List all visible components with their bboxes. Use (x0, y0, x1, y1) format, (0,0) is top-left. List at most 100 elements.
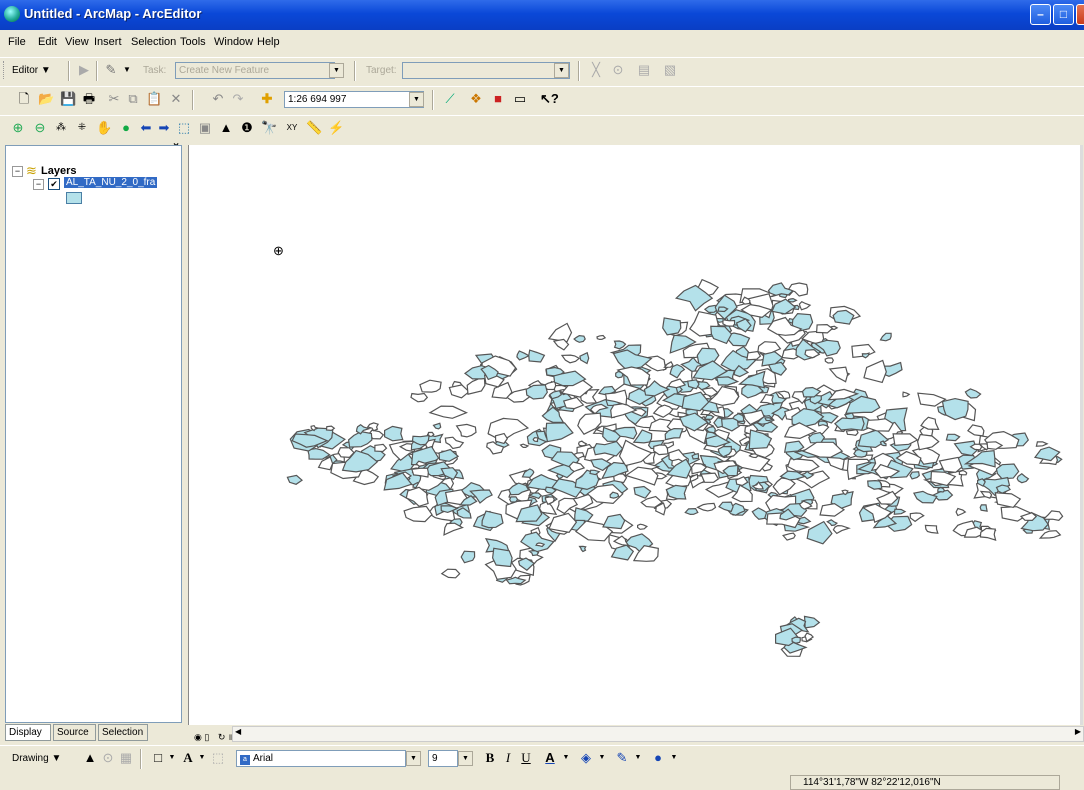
zoom-in-icon[interactable]: ⊕ (10, 120, 26, 136)
fixed-zoom-out-icon[interactable]: ⁜ (74, 120, 90, 136)
measure-icon[interactable]: 📏 (306, 120, 322, 136)
toolbar-grip[interactable] (3, 61, 7, 79)
map-vertical-scrollbar[interactable] (1080, 145, 1083, 725)
undo-icon[interactable]: ↶ (210, 91, 226, 107)
target-dropdown[interactable] (402, 62, 570, 79)
delete-icon[interactable]: ✕ (168, 91, 184, 107)
map-polygon (516, 350, 531, 361)
redo-icon[interactable]: ↷ (230, 91, 246, 107)
data-view-icon[interactable]: ◉ ▯ (194, 732, 209, 742)
arctoolbox-icon[interactable]: ❖ (468, 91, 484, 107)
layer-collapse-icon[interactable]: − (33, 179, 44, 190)
tab-selection[interactable]: Selection (98, 724, 148, 741)
scroll-right-arrow-icon[interactable]: ▶ (1075, 727, 1081, 736)
sketch-dropdown-icon[interactable]: ▼ (119, 62, 135, 78)
map-horizontal-scrollbar[interactable]: ◀ ▶ (232, 726, 1084, 742)
tab-source[interactable]: Source (53, 724, 96, 741)
pan-icon[interactable]: ✋ (96, 120, 112, 136)
rotate-icon[interactable]: ⊙ (100, 750, 116, 766)
go-to-xy-icon[interactable]: XY (284, 120, 300, 136)
full-extent-icon[interactable]: ● (118, 120, 134, 136)
font-color-icon[interactable]: A (542, 750, 558, 766)
map-polygon (791, 636, 801, 644)
task-dropdown-arrow-icon[interactable]: ▼ (329, 63, 344, 78)
line-color-dropdown-icon[interactable]: ▼ (630, 750, 646, 766)
italic-button[interactable]: I (500, 750, 516, 766)
minimize-button[interactable]: – (1030, 4, 1051, 25)
sketch-tool-icon[interactable]: ✎ (103, 62, 119, 78)
scroll-left-arrow-icon[interactable]: ◀ (235, 727, 241, 736)
whats-this-icon[interactable]: ↖? (540, 91, 559, 107)
map-scale-field[interactable]: 1:26 694 997 (284, 91, 424, 108)
sketch-properties-icon[interactable]: ▧ (662, 62, 678, 78)
underline-button[interactable]: U (518, 750, 534, 766)
layer-name[interactable]: AL_TA_NU_2_0_fra (64, 177, 158, 188)
clear-selection-icon[interactable]: ▣ (197, 120, 213, 136)
menu-help[interactable]: Help (257, 36, 280, 48)
select-features-icon[interactable]: ⬚ (176, 120, 192, 136)
view-toggle-buttons[interactable]: ◉ ▯ ↻ ॥ (194, 730, 233, 743)
layer-symbol-swatch[interactable] (66, 192, 82, 204)
map-display[interactable]: ⊕ (188, 145, 1083, 725)
back-extent-icon[interactable]: ⬅ (138, 120, 154, 136)
zoom-whole-page-icon[interactable]: ▦ (118, 750, 134, 766)
drawing-menu-button[interactable]: Drawing ▼ (12, 753, 61, 764)
zoom-out-icon[interactable]: ⊖ (32, 120, 48, 136)
select-elements-icon[interactable]: ▲ (82, 750, 98, 766)
editor-menu-button[interactable]: Editor ▼ (12, 65, 51, 76)
identify-icon[interactable]: ❶ (239, 120, 255, 136)
paste-icon[interactable]: 📋 (146, 91, 162, 107)
marker-color-icon[interactable]: ● (650, 750, 666, 766)
refresh-icon[interactable]: ↻ ॥ (218, 732, 233, 742)
font-color-dropdown-icon[interactable]: ▼ (558, 750, 574, 766)
layers-collapse-icon[interactable]: − (12, 166, 23, 177)
bold-button[interactable]: B (482, 750, 498, 766)
attributes-icon[interactable]: ▤ (636, 62, 652, 78)
fixed-zoom-in-icon[interactable]: ⁂ (53, 120, 69, 136)
font-dropdown-arrow-icon[interactable]: ▼ (406, 751, 421, 766)
forward-extent-icon[interactable]: ➡ (156, 120, 172, 136)
close-button[interactable] (1076, 4, 1084, 25)
cut-icon[interactable]: ✂ (106, 91, 122, 107)
arccatalog-icon[interactable]: ■ (490, 91, 506, 107)
menu-selection[interactable]: Selection (131, 36, 176, 48)
edit-tool-icon[interactable]: ▶ (76, 62, 92, 78)
layer-visibility-checkbox[interactable]: ✔ (48, 178, 60, 190)
target-dropdown-arrow-icon[interactable]: ▼ (554, 63, 569, 78)
editor-toolbar-icon[interactable]: ⟋ (442, 91, 458, 107)
task-dropdown[interactable]: Create New Feature (175, 62, 335, 79)
copy-icon[interactable]: ⧉ (125, 91, 141, 107)
menu-edit[interactable]: Edit (38, 36, 57, 48)
layers-root-label[interactable]: Layers (41, 165, 76, 177)
font-size-dropdown-arrow-icon[interactable]: ▼ (458, 751, 473, 766)
menu-tools[interactable]: Tools (180, 36, 206, 48)
select-elements-icon[interactable]: ▲ (218, 120, 234, 136)
menu-file[interactable]: File (8, 36, 26, 48)
hyperlink-icon[interactable]: ⚡ (328, 120, 344, 136)
maximize-button[interactable]: □ (1053, 4, 1074, 25)
edit-vertices-icon[interactable]: ⬚ (210, 750, 226, 766)
scale-dropdown-arrow-icon[interactable]: ▼ (409, 92, 424, 107)
tab-display[interactable]: Display (5, 724, 51, 741)
menu-insert[interactable]: Insert (94, 36, 122, 48)
rectangle-dropdown-icon[interactable]: ▼ (164, 750, 180, 766)
new-document-icon[interactable]: 🗋 (16, 91, 32, 107)
menu-view[interactable]: View (65, 36, 89, 48)
find-icon[interactable]: 🔭 (261, 120, 277, 136)
print-icon[interactable]: 🖶 (81, 91, 97, 107)
open-icon[interactable]: 📂 (38, 91, 54, 107)
rotate-tool-icon[interactable]: ⊙ (610, 62, 626, 78)
font-dropdown[interactable]: a Arial (236, 750, 406, 767)
line-color-icon[interactable]: ✎ (614, 750, 630, 766)
text-dropdown-icon[interactable]: ▼ (194, 750, 210, 766)
split-tool-icon[interactable]: ╳ (588, 62, 604, 78)
add-data-icon[interactable]: ✚ (259, 91, 275, 107)
fill-color-icon[interactable]: ◈ (578, 750, 594, 766)
command-line-icon[interactable]: ▭ (512, 91, 528, 107)
menu-window[interactable]: Window (214, 36, 253, 48)
marker-color-dropdown-icon[interactable]: ▼ (666, 750, 682, 766)
map-polygon (491, 547, 513, 568)
save-icon[interactable]: 💾 (60, 91, 76, 107)
font-size-dropdown[interactable]: 9 (428, 750, 458, 767)
fill-color-dropdown-icon[interactable]: ▼ (594, 750, 610, 766)
